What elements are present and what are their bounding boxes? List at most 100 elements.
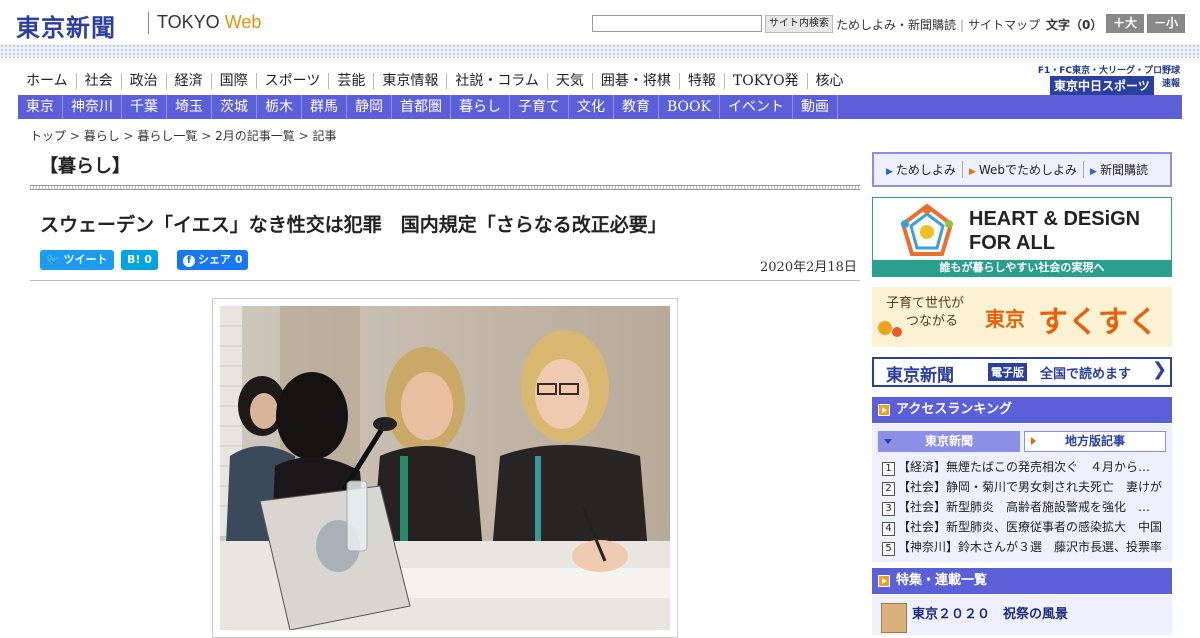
access-ranking-header: アクセスランキング: [872, 397, 1172, 423]
ranking-item[interactable]: 4 【社会】新型肺炎、医療従事者の感染拡大 中国: [882, 519, 1162, 536]
tab-local-articles[interactable]: 地方版記事: [1024, 431, 1166, 452]
breadcrumb-item[interactable]: 暮らし一覧: [137, 129, 197, 143]
breadcrumb-separator: >: [119, 129, 138, 143]
nav-sub-item[interactable]: 静岡: [347, 95, 392, 119]
heart-design-subtitle: 誰もが暮らしやすい社会の実現へ: [873, 260, 1171, 276]
tab-tokyo-shimbun[interactable]: 東京新聞: [878, 431, 1020, 452]
heart-design-logo-icon: [900, 203, 954, 256]
nav-main-item[interactable]: 経済: [165, 73, 211, 89]
chunichi-sports-link[interactable]: 東京中日スポーツ: [1050, 76, 1154, 95]
publish-date: 2020年2月18日: [760, 260, 857, 275]
nav-main-item[interactable]: TOKYO発: [723, 73, 807, 89]
nav-main-item[interactable]: 囲碁・将棋: [591, 73, 679, 89]
kids-banner-copy: 子育て世代が つながる: [886, 295, 964, 331]
sidebar-link-web-trial[interactable]: ▶ Webでためしよみ: [961, 161, 1083, 178]
nav-sub-item[interactable]: 茨城: [212, 95, 257, 119]
digital-edition-tag: 電子版: [988, 363, 1027, 381]
ranking-item-text: 【神奈川】鈴木さんが３選 藤沢市長選、投票率: [898, 540, 1162, 554]
nav-sub-item[interactable]: 子育て: [510, 95, 569, 119]
feature-thumbnail[interactable]: [881, 603, 907, 633]
features-title: 特集・連載一覧: [896, 573, 988, 588]
tokyo-sukusuku-banner[interactable]: 子育て世代が つながる 東京 すくすく: [872, 287, 1172, 347]
sidebar-link-web-trial-label: Webでためしよみ: [978, 163, 1078, 177]
section-arrow-icon: [878, 404, 890, 416]
twitter-bird-icon: 🐦: [46, 253, 64, 266]
nav-sub-item[interactable]: 教育: [614, 95, 659, 119]
tweet-button[interactable]: 🐦 ツイート: [40, 250, 114, 270]
triangle-right-icon: [1031, 437, 1036, 445]
breadcrumb-item: 記事: [312, 129, 337, 143]
heart-design-banner[interactable]: HEART & DESiGN FOR ALL 誰もが暮らしやすい社会の実現へ: [872, 197, 1172, 277]
feature-item-title[interactable]: 東京２０２０ 祝祭の風景: [912, 603, 1068, 622]
nav-main-item[interactable]: 政治: [120, 73, 166, 89]
rank-number: 4: [882, 522, 895, 536]
ranking-item[interactable]: 1【経済】無煙たばこの発売相次ぐ ４月から飲食店など原則屋内禁煙: [882, 459, 1162, 476]
nav-sub-item[interactable]: 東京: [18, 95, 63, 119]
breadcrumb-item[interactable]: トップ: [30, 129, 66, 143]
breadcrumb-item[interactable]: 2月の記事一覧: [215, 129, 295, 143]
ranking-item[interactable]: 5 【神奈川】鈴木さんが３選 藤沢市長選、投票率: [882, 539, 1162, 556]
nav-main-item[interactable]: 社説・コラム: [446, 73, 547, 89]
arrow-right-icon: ▶: [968, 167, 976, 177]
nav-sub-item[interactable]: 群馬: [302, 95, 347, 119]
digital-edition-banner[interactable]: 東京新聞 電子版 全国で読めます ❯: [872, 357, 1172, 387]
nav-main-item[interactable]: 国際: [210, 73, 256, 89]
site-search-input[interactable]: [592, 15, 762, 32]
nav-sub-item[interactable]: 動画: [793, 95, 838, 119]
sidebar-link-subscribe[interactable]: ▶ 新聞購読: [1083, 161, 1154, 178]
sidebar-link-trial[interactable]: ▶ ためしよみ: [880, 161, 962, 178]
kids-tokyo-label: 東京: [985, 307, 1025, 331]
nav-main-item[interactable]: 核心: [806, 73, 852, 89]
logo-divider: [148, 12, 149, 34]
nav-main-item[interactable]: スポーツ: [255, 73, 329, 89]
arrow-right-icon: ▶: [1090, 167, 1097, 177]
nav-sub-item[interactable]: 暮らし: [451, 95, 510, 119]
article-photo: [220, 306, 670, 630]
rank-number: 1: [882, 462, 895, 476]
nav-sub-item[interactable]: イベント: [720, 95, 793, 119]
site-search-button[interactable]: サイト内検索: [765, 15, 833, 33]
font-smaller-button[interactable]: －小: [1147, 14, 1185, 33]
nav-sub-item[interactable]: 埼玉: [167, 95, 212, 119]
press-conference-photo: [220, 306, 670, 630]
facebook-share-button[interactable]: f シェア 0: [177, 250, 249, 270]
nav-sub-item[interactable]: 文化: [569, 95, 614, 119]
rank-number: 3: [882, 502, 895, 516]
header-divider: [0, 44, 1200, 58]
top-link-subscribe[interactable]: ためしよみ・新聞購読: [836, 18, 956, 32]
meta-divider: [30, 280, 860, 281]
font-size-label: 文字（0）: [1046, 18, 1103, 32]
nav-sub-item[interactable]: 首都圏: [392, 95, 451, 119]
article-category: 【暮らし】: [40, 156, 130, 177]
category-divider: [30, 185, 860, 190]
hd-title-line1: HEART & DESiGN: [969, 208, 1141, 230]
tokyo-web-brand[interactable]: TOKYO Web: [157, 12, 261, 33]
hatena-bookmark-button[interactable]: B! 0: [121, 250, 158, 270]
font-larger-button[interactable]: ＋大: [1106, 14, 1144, 33]
ranking-item[interactable]: 2 【社会】静岡・菊川で男女刺され夫死亡 妻けが: [882, 479, 1162, 496]
rank-number: 2: [882, 482, 895, 496]
tab-local-label: 地方版記事: [1064, 434, 1125, 448]
nav-sub-item[interactable]: 神奈川: [63, 95, 122, 119]
nav-main-item[interactable]: ホーム: [18, 73, 76, 89]
nav-main-item[interactable]: 東京情報: [373, 73, 446, 89]
breadcrumb-item[interactable]: 暮らし: [84, 129, 120, 143]
main-nav: ホーム 社会 政治 経済 国際 スポーツ 芸能 東京情報 社説・コラム 天気 囲碁・将棋 特報 TOKY…: [18, 70, 852, 92]
top-link-sitemap[interactable]: サイトマップ: [968, 18, 1040, 32]
site-logo[interactable]: 東京新聞: [16, 8, 116, 43]
ranking-item[interactable]: 3 【社会】新型肺炎 高齢者施設警戒を強化 面会制限: [882, 499, 1162, 516]
nav-main-item[interactable]: 特報: [678, 73, 724, 89]
nav-sub-item[interactable]: 千葉: [122, 95, 167, 119]
nav-main-item[interactable]: 社会: [75, 73, 121, 89]
ranking-item-text: 【社会】静岡・菊川で男女刺され夫死亡 妻けが: [898, 480, 1162, 494]
article-headline: スウェーデン「イエス」なき性交は犯罪 国内規定「さらなる改正必要」: [40, 214, 667, 236]
sidebar-link-subscribe-label: 新聞購読: [1099, 163, 1148, 177]
subscribe-links-box: ▶ ためしよみ ▶ Webでためしよみ ▶ 新聞購読: [872, 152, 1172, 187]
nav-main-item[interactable]: 天気: [546, 73, 592, 89]
breadcrumb-separator: >: [294, 129, 313, 143]
nav-sub-item[interactable]: 栃木: [257, 95, 302, 119]
nav-main-item[interactable]: 芸能: [328, 73, 373, 89]
breadcrumb: トップ > 暮らし > 暮らし一覧 > 2月の記事一覧 > 記事: [30, 127, 336, 144]
brand-web: Web: [224, 12, 262, 32]
nav-sub-item[interactable]: BOOK: [659, 95, 720, 119]
